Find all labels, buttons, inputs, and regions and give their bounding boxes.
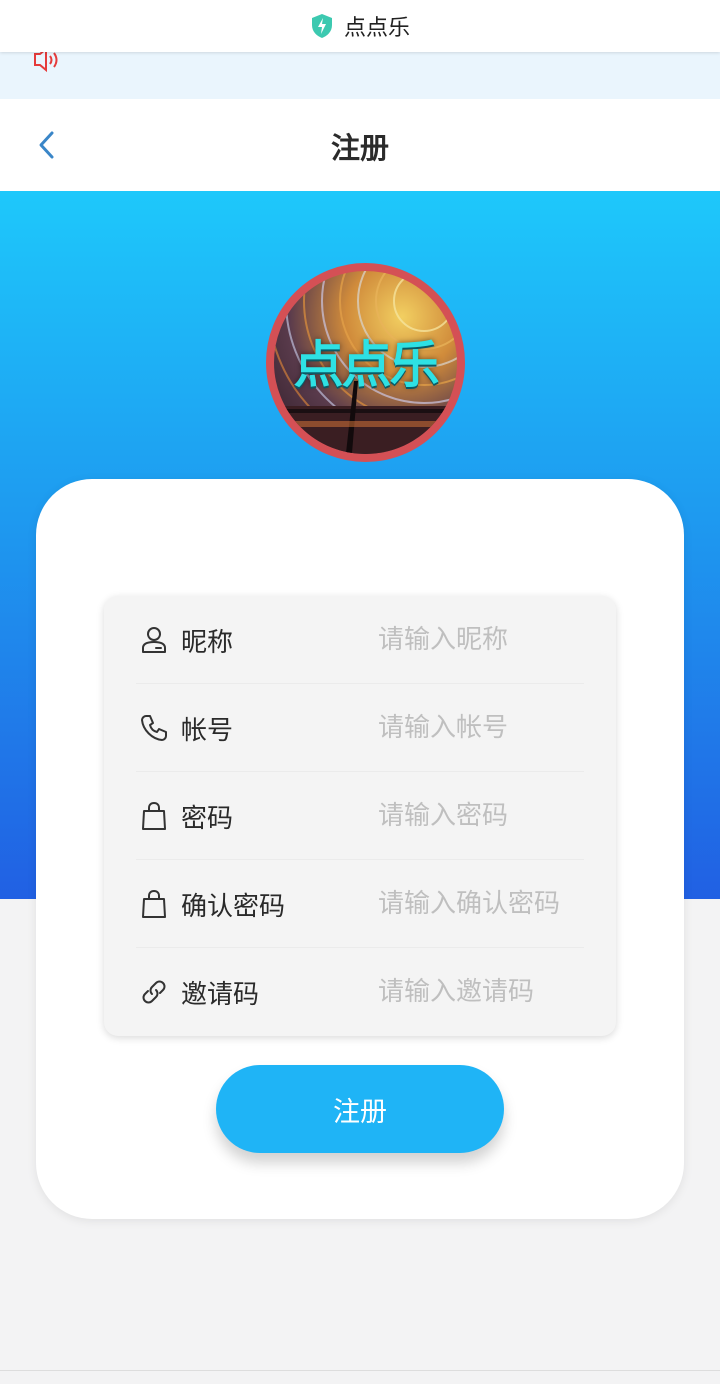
confirm-password-label: 确认密码: [181, 891, 286, 922]
password-row: 密码: [136, 772, 588, 860]
app-name: 点点乐: [343, 16, 410, 41]
bag-lock-icon: [142, 889, 166, 918]
password-label: 密码: [181, 803, 234, 834]
phone-icon: [141, 715, 167, 741]
account-input[interactable]: [378, 708, 588, 748]
page-title: 注册: [330, 131, 389, 165]
nav-bar: 注册: [0, 99, 720, 191]
user-icon: [142, 627, 166, 653]
system-title-bar: 点点乐: [0, 0, 720, 52]
invite-code-label: 邀请码: [181, 979, 260, 1010]
confirm-password-row: 确认密码: [136, 860, 598, 948]
register-form: 昵称 帐号 密码 确认密码 邀请码: [104, 596, 616, 1036]
nickname-input[interactable]: [378, 620, 588, 660]
nickname-label: 昵称: [181, 627, 234, 658]
password-input[interactable]: [378, 796, 588, 836]
account-label: 帐号: [181, 715, 234, 746]
nickname-row: 昵称: [136, 596, 588, 684]
link-icon: [142, 980, 166, 1004]
speaker-icon: [34, 52, 58, 73]
bottom-divider: [0, 1370, 720, 1371]
account-row: 帐号: [136, 684, 588, 772]
invite-code-row: 邀请码: [136, 948, 588, 1036]
confirm-password-input[interactable]: [378, 884, 598, 924]
register-button[interactable]: 注册: [216, 1065, 504, 1153]
app-logo-avatar: 点点乐: [266, 263, 465, 462]
notice-bar[interactable]: [0, 52, 720, 99]
bag-lock-icon: [142, 801, 166, 830]
shield-bolt-icon: [311, 14, 332, 38]
invite-code-input[interactable]: [378, 972, 588, 1012]
logo-text: 点点乐: [293, 336, 440, 394]
